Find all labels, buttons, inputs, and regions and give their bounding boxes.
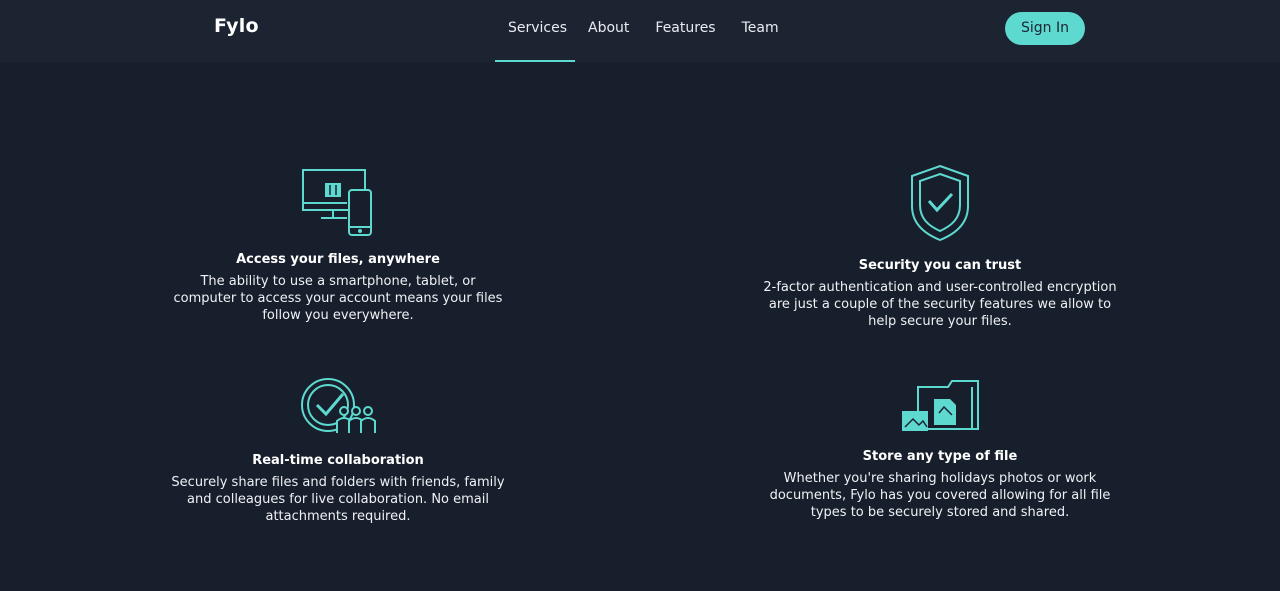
feature-title: Security you can trust — [858, 258, 1022, 273]
nav-item-services[interactable]: Services — [495, 0, 575, 62]
main-nav: Services About Features Team — [495, 0, 792, 62]
sign-in-button[interactable]: Sign In — [1005, 12, 1085, 45]
collaboration-icon — [301, 378, 376, 433]
nav-item-team[interactable]: Team — [729, 0, 792, 62]
feature-description: Securely share files and folders with fr… — [171, 475, 505, 524]
brand-logo[interactable]: Fylo — [214, 15, 259, 37]
nav-item-features[interactable]: Features — [642, 0, 728, 62]
feature-description: Whether you're sharing holidays photos o… — [769, 471, 1111, 520]
top-navigation-bar: Fylo Services About Features Team Sign I… — [0, 0, 1280, 62]
feature-description: The ability to use a smartphone, tablet,… — [173, 274, 503, 323]
shield-check-icon — [911, 164, 969, 242]
feature-title: Real-time collaboration — [252, 453, 424, 468]
devices-icon — [302, 169, 372, 236]
feature-title: Access your files, anywhere — [236, 252, 440, 267]
feature-description: 2-factor authentication and user-control… — [763, 280, 1117, 329]
feature-card-collaboration: Real-time collaboration Securely share f… — [128, 375, 548, 525]
nav-item-about[interactable]: About — [575, 0, 642, 62]
feature-card-security: Security you can trust 2-factor authenti… — [730, 164, 1150, 330]
feature-card-file-types: Store any type of file Whether you're sh… — [730, 377, 1150, 521]
feature-card-access: Access your files, anywhere The ability … — [128, 166, 548, 324]
file-types-icon — [902, 380, 979, 431]
feature-title: Store any type of file — [862, 449, 1018, 464]
